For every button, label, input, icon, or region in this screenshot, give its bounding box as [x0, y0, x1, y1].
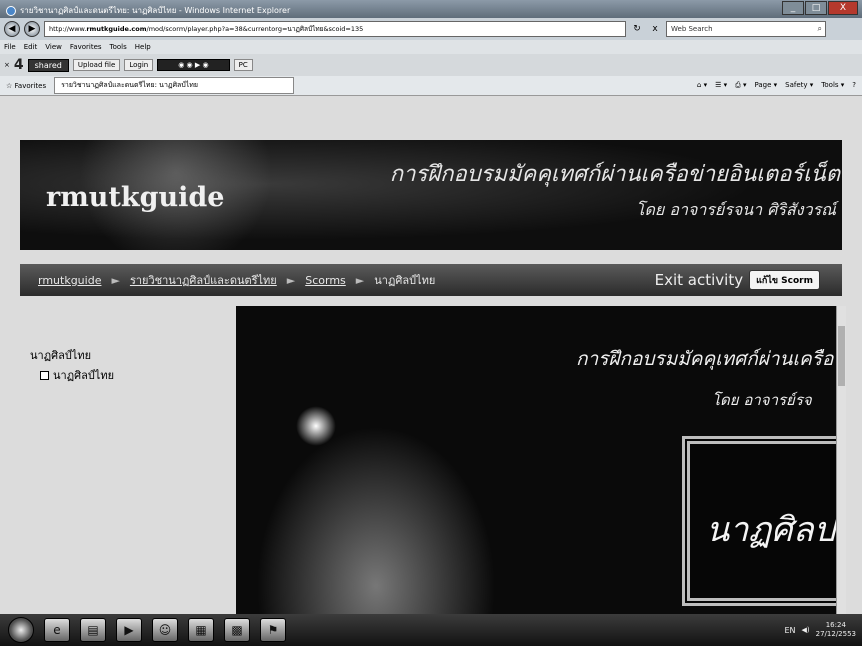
scorm-toc: นาฏศิลป์ไทย นาฏศิลป์ไทย	[30, 346, 114, 384]
refresh-button[interactable]: ↻	[630, 24, 644, 34]
search-placeholder: Web Search	[671, 25, 713, 33]
login-button[interactable]: Login	[124, 59, 154, 71]
language-indicator[interactable]: EN	[784, 626, 795, 635]
folder-icon[interactable]: ▤	[80, 618, 106, 642]
content-heading: การฝึกอบรมมัคคุเทศก์ผ่านเครือข่	[576, 348, 846, 370]
favorites-button[interactable]: ☆ Favorites	[6, 82, 46, 90]
browser-tab[interactable]: รายวิชานาฏศิลป์และดนตรีไทย: นาฏศิลป์ไทย	[54, 77, 295, 94]
toolbar-close-icon[interactable]: ×	[4, 61, 10, 69]
window-titlebar: รายวิชานาฏศิลป์และดนตรีไทย: นาฏศิลป์ไทย …	[0, 0, 862, 18]
feeds-icon[interactable]: ☰ ▾	[715, 81, 727, 90]
forward-button[interactable]: ▶	[24, 21, 40, 37]
excel-icon[interactable]: ▩	[224, 618, 250, 642]
breadcrumb-separator: ►	[111, 273, 120, 287]
home-icon[interactable]: ⌂ ▾	[697, 81, 707, 90]
start-button[interactable]	[8, 617, 34, 643]
site-title: rmutkguide	[46, 182, 225, 213]
url-input[interactable]: http://www. rmutkguide.com/mod/scorm/play…	[44, 21, 626, 37]
menu-view[interactable]: View	[45, 43, 62, 51]
favorites-label: Favorites	[14, 81, 47, 90]
media-icon[interactable]: ▶	[116, 618, 142, 642]
banner-heading: การฝึกอบรมมัคคุเทศก์ผ่านเครือข่ายอินเตอร…	[389, 162, 840, 187]
address-bar: ◀ ▶ http://www. rmutkguide.com/mod/scorm/…	[0, 18, 862, 40]
ie-icon	[6, 5, 16, 16]
checkbox-icon	[40, 370, 49, 380]
scrollbar-thumb[interactable]	[838, 326, 845, 386]
breadcrumb-scorms[interactable]: Scorms	[305, 274, 346, 287]
breadcrumb: rmutkguide ► รายวิชานาฏศิลป์และดนตรีไทย …	[20, 264, 842, 296]
toolbar-media-controls[interactable]: ◉ ◉ ▶ ◉	[157, 59, 230, 71]
people-icon[interactable]: ☺	[152, 618, 178, 642]
volume-icon[interactable]: ◀)	[802, 626, 810, 634]
ornate-frame: นาฏศิลป	[682, 436, 846, 606]
breadcrumb-separator: ►	[355, 273, 365, 287]
close-button[interactable]: X	[828, 1, 858, 15]
dancer-image	[256, 426, 496, 614]
frame-title: นาฏศิลป	[706, 510, 836, 550]
menu-file[interactable]: File	[4, 43, 16, 51]
content-scrollbar[interactable]	[836, 306, 846, 614]
toolbar-shared-button[interactable]: shared	[27, 58, 69, 72]
clock-time: 16:24	[825, 621, 846, 629]
exit-activity-link[interactable]: Exit activity	[655, 271, 743, 289]
tools-menu[interactable]: Tools ▾	[821, 81, 844, 90]
window-controls: _ □ X	[782, 1, 858, 15]
banner-author: โดย อาจารย์รจนา ศิริสังวรณ์	[635, 200, 836, 219]
extra-toolbar: × 4 shared Upload file Login ◉ ◉ ▶ ◉ PC	[0, 54, 862, 76]
toolbar-logo: 4	[13, 57, 24, 73]
safety-menu[interactable]: Safety ▾	[785, 81, 813, 90]
menu-help[interactable]: Help	[135, 43, 151, 51]
menu-tools[interactable]: Tools	[110, 43, 127, 51]
site-banner: rmutkguide การฝึกอบรมมัคคุเทศก์ผ่านเครือ…	[20, 140, 842, 250]
taskbar: e ▤ ▶ ☺ ▦ ▩ ⚑ EN ◀) 16:24 27/12/2553	[0, 614, 862, 646]
edit-scorm-button[interactable]: แก้ไข Scorm	[749, 270, 820, 290]
help-icon[interactable]: ?	[852, 81, 856, 90]
command-bar: ⌂ ▾ ☰ ▾ ⎙ ▾ Page ▾ Safety ▾ Tools ▾ ?	[697, 81, 856, 90]
menu-favorites[interactable]: Favorites	[70, 43, 102, 51]
system-tray: EN ◀) 16:24 27/12/2553	[784, 621, 856, 639]
menu-edit[interactable]: Edit	[24, 43, 38, 51]
scorm-content-frame: การฝึกอบรมมัคคุเทศก์ผ่านเครือข่ โดย อาจา…	[236, 306, 846, 614]
toc-title: นาฏศิลป์ไทย	[30, 349, 92, 362]
url-domain: rmutkguide.com	[86, 25, 147, 33]
url-path: /mod/scorm/player.php?a=38&currentorg=นา…	[146, 25, 364, 33]
favorites-bar: ☆ Favorites รายวิชานาฏศิลป์และดนตรีไทย: …	[0, 76, 862, 96]
pc-button[interactable]: PC	[233, 59, 253, 71]
breadcrumb-current: นาฏศิลป์ไทย	[374, 274, 436, 287]
clock[interactable]: 16:24 27/12/2553	[816, 621, 856, 639]
search-input[interactable]: Web Search ⌕	[666, 21, 826, 37]
back-button[interactable]: ◀	[4, 21, 20, 37]
breadcrumb-home[interactable]: rmutkguide	[38, 274, 101, 287]
upload-button[interactable]: Upload file	[72, 59, 121, 71]
web-page: rmutkguide การฝึกอบรมมัคคุเทศก์ผ่านเครือ…	[0, 96, 862, 614]
ie-icon[interactable]: e	[44, 618, 70, 642]
toc-item[interactable]: นาฏศิลป์ไทย	[40, 366, 114, 384]
breadcrumb-separator: ►	[286, 273, 296, 287]
content-author: โดย อาจารย์รจ	[712, 391, 812, 409]
office-icon[interactable]: ▦	[188, 618, 214, 642]
search-icon[interactable]: ⌕	[818, 24, 822, 34]
menu-bar: File Edit View Favorites Tools Help	[0, 40, 862, 54]
pdf-icon[interactable]: ⚑	[260, 618, 286, 642]
maximize-button[interactable]: □	[805, 1, 827, 15]
breadcrumb-course[interactable]: รายวิชานาฏศิลป์และดนตรีไทย	[130, 271, 277, 289]
window-title: รายวิชานาฏศิลป์และดนตรีไทย: นาฏศิลป์ไทย …	[20, 6, 291, 15]
clock-date: 27/12/2553	[815, 630, 856, 638]
star-icon: ☆	[6, 81, 13, 90]
page-menu[interactable]: Page ▾	[754, 81, 777, 90]
stop-button[interactable]: x	[648, 24, 662, 34]
url-prefix: http://www.	[49, 25, 87, 33]
print-icon[interactable]: ⎙ ▾	[735, 81, 746, 90]
toc-item-label: นาฏศิลป์ไทย	[53, 369, 115, 382]
minimize-button[interactable]: _	[782, 1, 804, 15]
